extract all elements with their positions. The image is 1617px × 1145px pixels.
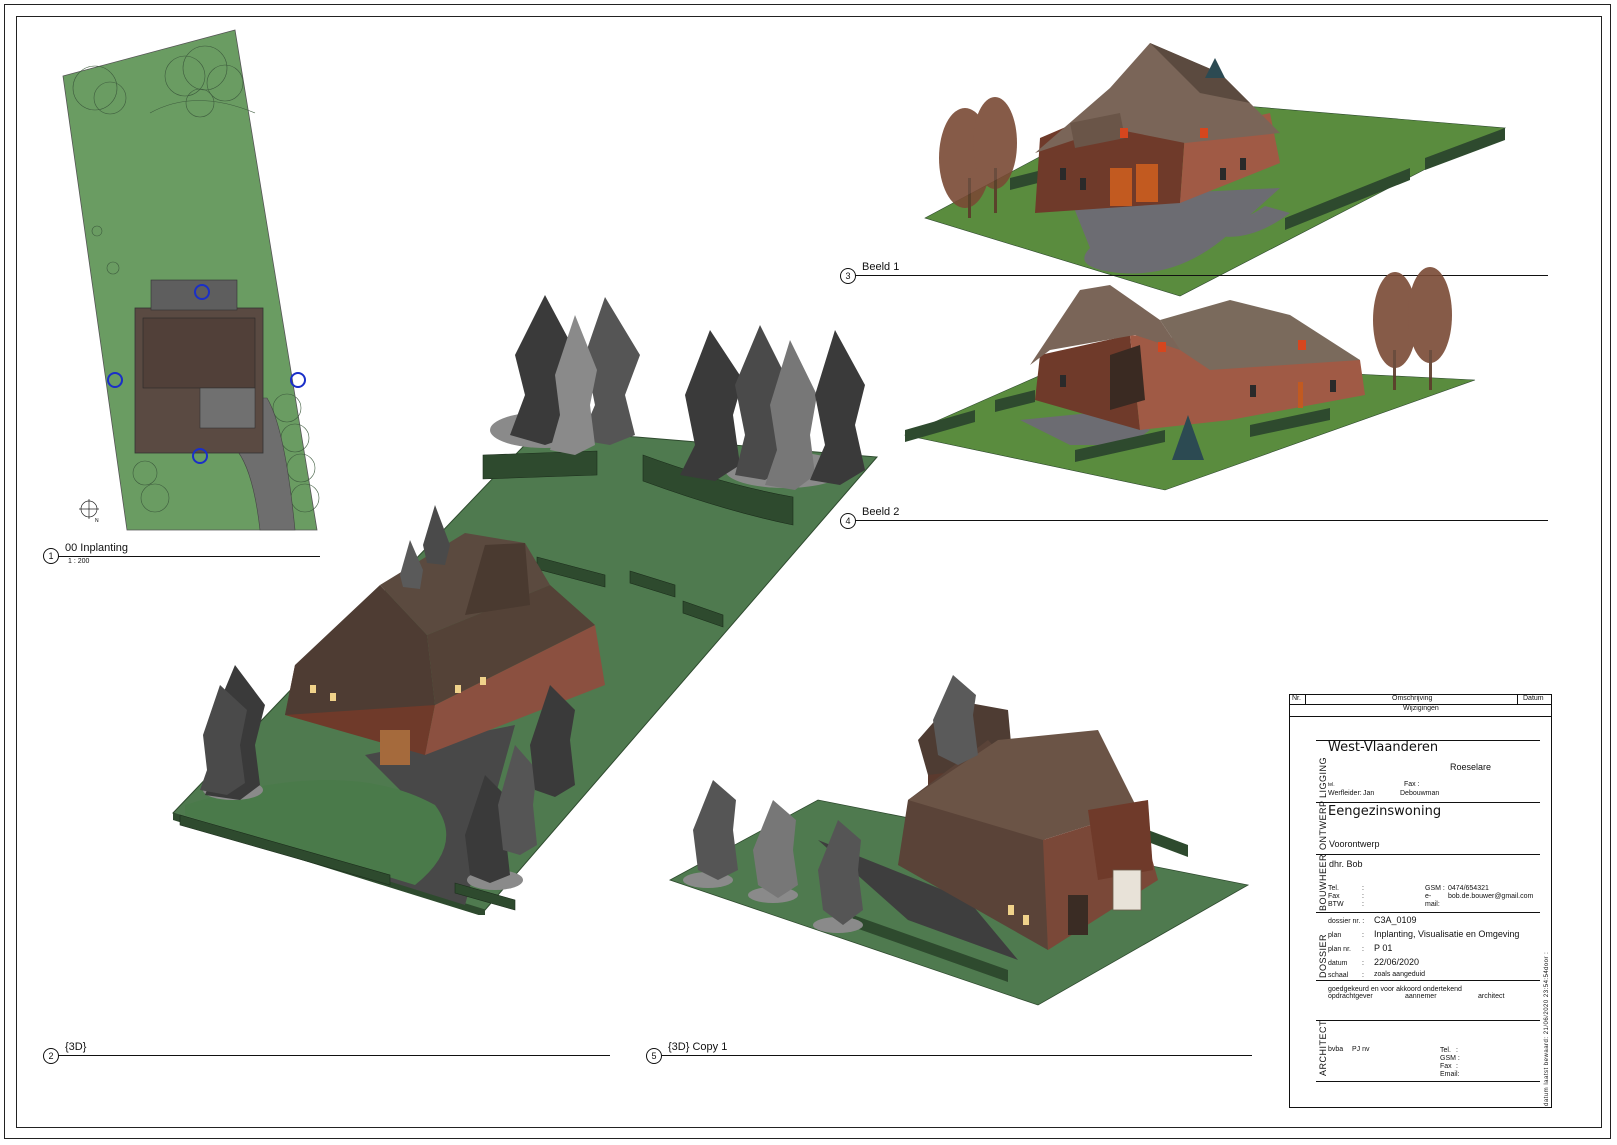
architect-firm: bvba — [1328, 1046, 1344, 1053]
ontwerp-title: Eengezinswoning — [1328, 804, 1442, 819]
bouwheer-btw-label: BTW — [1328, 901, 1344, 908]
section-dossier-label: DOSSIER — [1318, 933, 1328, 978]
dossier-datum-label: datum — [1328, 960, 1348, 967]
bouwheer-email-label: e- — [1425, 893, 1432, 900]
section-architect-label: ARCHITECT — [1318, 1020, 1328, 1076]
beeld2-bare-trees — [1373, 267, 1452, 390]
ligging-leader-last: Debouwman — [1400, 790, 1440, 797]
viewport-title-3: Beeld 1 — [862, 261, 900, 273]
viewport-title-4: Beeld 2 — [862, 506, 900, 518]
viewport-number-2: 2 — [43, 1048, 59, 1064]
viewport-number-5: 5 — [646, 1048, 662, 1064]
section-ligging-label: LIGGING — [1318, 756, 1328, 798]
bouwheer-name: dhr. Bob — [1329, 859, 1363, 869]
compass-north-icon — [79, 499, 99, 519]
approval-aannemer: aannemer — [1405, 993, 1437, 1000]
viewport-underline-5 — [662, 1055, 1252, 1056]
bouwheer-tel-label: Tel. — [1328, 885, 1339, 892]
ligging-province: West-Vlaanderen — [1328, 740, 1439, 755]
architect-tel-label: Tel. — [1440, 1047, 1451, 1054]
architect-email-label: Email: — [1440, 1071, 1460, 1078]
dossier-plannr: P 01 — [1374, 943, 1393, 953]
dossier-plan: Inplanting, Visualisatie en Omgeving — [1374, 929, 1520, 939]
viewport-title-1: 00 Inplanting — [65, 542, 128, 554]
rev-footer: Wijzigingen — [1403, 705, 1439, 712]
viewport-underline-2 — [58, 1055, 610, 1056]
viewport-scale-1: 1 : 200 — [68, 558, 90, 565]
dossier-plannr-label: plan nr. — [1328, 946, 1351, 953]
rev-col-desc: Omschrijving — [1392, 695, 1433, 702]
north-label: N — [95, 518, 99, 524]
rev-col-date: Datum — [1523, 695, 1544, 702]
ligging-leader-first: Jan — [1363, 790, 1375, 797]
ligging-tel-label: tel. — [1328, 782, 1335, 788]
beeld-2-drawing — [904, 267, 1476, 491]
dossier-nr: C3A_0109 — [1374, 915, 1417, 925]
viewport-title-2: {3D} — [65, 1041, 87, 1053]
approval-text: goedgekeurd en voor akkoord ondertekend — [1328, 986, 1462, 993]
bouwheer-email-label2: mail: — [1425, 901, 1440, 908]
section-ontwerp-label: ONTWERP — [1318, 800, 1328, 851]
architect-gsm-label: GSM : — [1440, 1055, 1460, 1062]
side-door-label: door : — [1544, 951, 1550, 970]
ontwerp-phase: Voorontwerp — [1329, 839, 1380, 849]
bouwheer-gsm-label: GSM : — [1425, 885, 1445, 892]
ligging-fax-label: Fax : — [1404, 781, 1420, 788]
ligging-leader-label: Werfleider: — [1328, 790, 1362, 797]
bouwheer-email[interactable]: bob.de.bouwer@gmail.com — [1448, 893, 1533, 900]
approval-architect: architect — [1478, 993, 1505, 1000]
viewport-title-5: {3D} Copy 1 — [668, 1041, 728, 1053]
dossier-schaal-label: schaal — [1328, 972, 1349, 979]
bouwheer-fax-label: Fax — [1328, 893, 1340, 900]
dossier-plan-label: plan — [1328, 932, 1342, 939]
viewport-number-3: 3 — [840, 268, 856, 284]
architect-name: PJ nv — [1352, 1046, 1370, 1053]
approval-opdrachtgever: opdrachtgever — [1328, 993, 1373, 1000]
architect-fax-label: Fax — [1440, 1063, 1452, 1070]
ligging-city: Roeselare — [1450, 762, 1492, 772]
bouwheer-gsm: 0474/654321 — [1448, 885, 1489, 892]
side-stamp: datum laatst bewaard: 21/06/2020 23:54:5… — [1544, 969, 1550, 1106]
viewport-underline-4 — [855, 520, 1548, 521]
viewport-number-4: 4 — [840, 513, 856, 529]
dossier-nr-label: dossier nr. : — [1328, 918, 1365, 925]
dossier-datum: 22/06/2020 — [1374, 957, 1420, 967]
section-bouwheer-label: BOUWHEER — [1318, 853, 1328, 911]
3d-copy-drawing — [669, 675, 1250, 1006]
viewport-number-1: 1 — [43, 548, 59, 564]
dossier-schaal: zoals aangeduid — [1374, 971, 1425, 978]
rev-col-nr: Nr. — [1292, 695, 1301, 702]
